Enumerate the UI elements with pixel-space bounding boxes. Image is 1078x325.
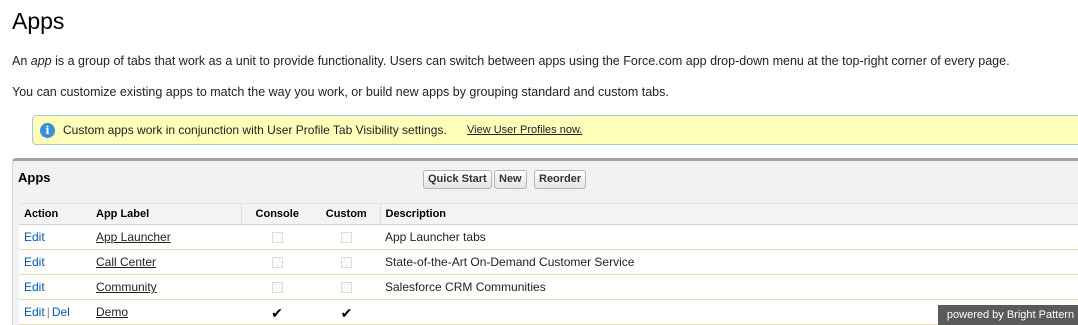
console-checkbox <box>271 232 283 244</box>
edit-link[interactable]: Edit <box>24 255 45 269</box>
app-label-link[interactable]: Community <box>96 280 157 294</box>
console-checkbox <box>271 282 283 294</box>
header-custom: Custom <box>313 203 380 225</box>
custom-checkmark-icon: ✔ <box>340 304 353 321</box>
header-action: Action <box>19 203 91 225</box>
panel-title: Apps <box>18 170 51 185</box>
apps-panel: Apps Quick Start New Reorder Action App … <box>12 158 1078 325</box>
custom-checkbox <box>341 257 352 269</box>
console-checkmark-icon: ✔ <box>271 304 283 321</box>
app-label-link[interactable]: App Launcher <box>96 230 171 244</box>
quick-start-button[interactable]: Quick Start <box>423 170 492 189</box>
new-button[interactable]: New <box>494 170 527 189</box>
info-message-text: Custom apps work in conjunction with Use… <box>63 123 447 137</box>
table-row: Edit App Launcher App Launcher tabs <box>19 224 1078 250</box>
info-message-box: i Custom apps work in conjunction with U… <box>32 115 1078 145</box>
powered-by-badge: powered by Bright Pattern <box>938 305 1078 325</box>
app-label-link[interactable]: Demo <box>96 305 128 319</box>
intro-text-2: You can customize existing apps to match… <box>12 85 669 99</box>
app-label-link[interactable]: Call Center <box>96 255 156 269</box>
custom-checkbox <box>341 232 352 244</box>
intro-text: An app is a group of tabs that work as a… <box>12 54 1010 68</box>
description-cell: Salesforce CRM Communities <box>380 274 1078 300</box>
apps-table: Action App Label Console Custom Descript… <box>19 203 1078 325</box>
info-icon: i <box>40 123 55 138</box>
edit-link[interactable]: Edit <box>24 230 45 244</box>
header-app-label: App Label <box>91 203 241 225</box>
table-row: Edit | Del Demo ✔ ✔ <box>19 299 1078 325</box>
console-checkbox <box>271 257 283 269</box>
delete-link[interactable]: Del <box>52 305 70 319</box>
description-cell: App Launcher tabs <box>380 224 1078 250</box>
table-row: Edit Call Center State-of-the-Art On-Dem… <box>19 249 1078 275</box>
description-cell: State-of-the-Art On-Demand Customer Serv… <box>380 249 1078 275</box>
action-separator: | <box>46 305 50 319</box>
header-console: Console <box>240 203 313 225</box>
edit-link[interactable]: Edit <box>24 280 45 294</box>
header-description: Description <box>379 203 1078 225</box>
table-row: Edit Community Salesforce CRM Communitie… <box>19 274 1078 300</box>
table-header-row: Action App Label Console Custom Descript… <box>19 203 1078 225</box>
custom-checkbox <box>341 282 352 294</box>
view-user-profiles-link[interactable]: View User Profiles now. <box>467 124 582 136</box>
reorder-button[interactable]: Reorder <box>534 170 587 189</box>
intro-emphasis: app <box>30 54 52 68</box>
edit-link[interactable]: Edit <box>24 305 45 319</box>
page-title: Apps <box>12 8 65 34</box>
